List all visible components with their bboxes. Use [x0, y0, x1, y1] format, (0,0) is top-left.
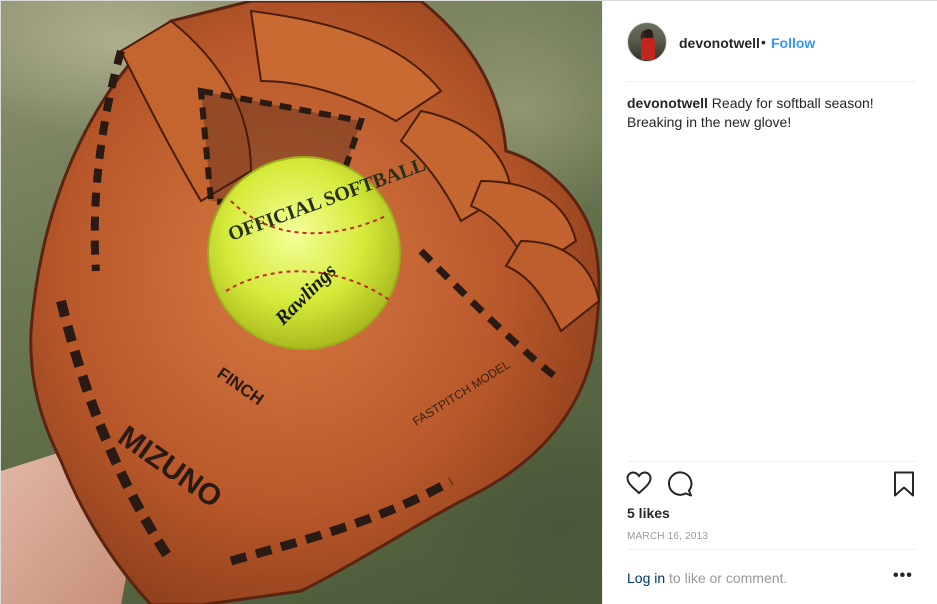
post-caption: devonotwell Ready for softball season! B…: [627, 94, 907, 132]
glove-illustration: MIZUNO FINCH FASTPITCH MODEL OFFICIAL SO…: [1, 1, 601, 604]
header-username-link[interactable]: devonotwell: [679, 35, 760, 51]
post-photo[interactable]: MIZUNO FINCH FASTPITCH MODEL OFFICIAL SO…: [1, 1, 602, 604]
header-divider: [627, 81, 915, 82]
login-link[interactable]: Log in: [627, 570, 665, 586]
avatar[interactable]: [627, 22, 667, 62]
post-header: devonotwell • Follow: [603, 1, 937, 82]
login-suffix: to like or comment.: [665, 570, 788, 586]
caption-username-link[interactable]: devonotwell: [627, 95, 708, 111]
heart-icon[interactable]: [626, 471, 652, 500]
footer-divider: [627, 549, 915, 550]
actions-divider: [627, 461, 915, 462]
comment-icon[interactable]: [667, 471, 693, 502]
post-actions: [603, 463, 937, 503]
login-prompt: Log in to like or comment.: [627, 570, 787, 586]
avatar-body: [641, 38, 655, 60]
post-frame: MIZUNO FINCH FASTPITCH MODEL OFFICIAL SO…: [0, 0, 937, 604]
post-date[interactable]: MARCH 16, 2013: [627, 531, 708, 542]
bookmark-icon[interactable]: [893, 471, 915, 502]
header-separator: •: [761, 34, 766, 50]
likes-count[interactable]: 5 likes: [627, 505, 670, 521]
follow-button[interactable]: Follow: [771, 35, 815, 51]
post-side-panel: devonotwell • Follow devonotwell Ready f…: [602, 1, 937, 604]
more-options-icon[interactable]: •••: [893, 567, 913, 585]
